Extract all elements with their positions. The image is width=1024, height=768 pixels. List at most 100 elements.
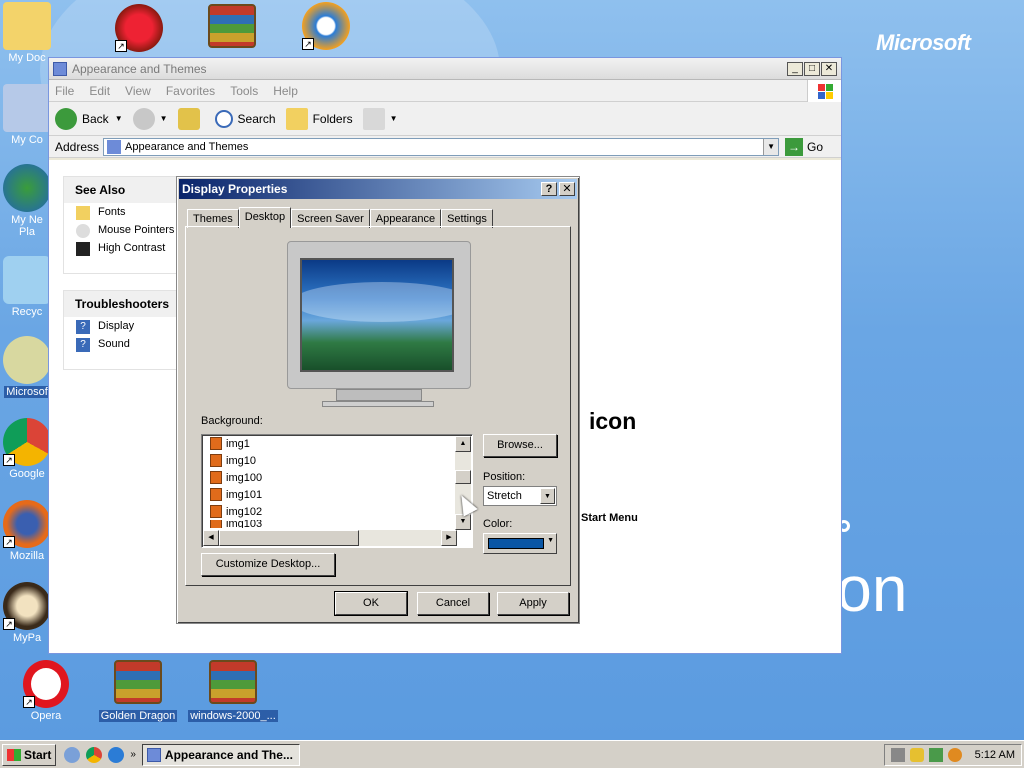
help-button[interactable]: ? (541, 182, 557, 196)
desktop-icon-mozilla[interactable]: ↗ Mozilla (2, 500, 52, 562)
wallpaper-logo: Microsoft (876, 30, 971, 55)
folders-icon (285, 107, 308, 130)
desktop-icon-golden-dragon[interactable]: Golden Dragon (96, 660, 180, 722)
folders-button[interactable]: Folders (285, 107, 353, 130)
clock[interactable]: 5:12 AM (975, 749, 1015, 761)
menu-tools[interactable]: Tools (230, 84, 258, 98)
image-file-icon (210, 520, 222, 528)
color-swatch (488, 538, 544, 549)
background-list[interactable]: img1 img10 img100 img101 img102 img103 ▲… (201, 434, 473, 548)
desktop-icon-windows-2000[interactable]: windows-2000_... (186, 660, 280, 722)
desktop-icon-red-app[interactable]: ↗ (114, 4, 164, 54)
taskbar-item-appearance[interactable]: Appearance and The... (141, 743, 300, 766)
back-arrow-icon (55, 107, 77, 130)
tab-desktop[interactable]: Desktop (238, 207, 292, 228)
desktop-icon-microsoft[interactable]: Microsof (2, 336, 52, 398)
record-app-icon: ↗ (115, 4, 163, 52)
color-picker-button[interactable]: ▼ (483, 533, 557, 554)
list-item[interactable]: img101 (202, 486, 472, 503)
media-player-icon: ↗ (302, 2, 350, 50)
menu-favorites[interactable]: Favorites (166, 84, 215, 98)
go-button[interactable]: → Go (785, 137, 823, 156)
views-dropdown-icon: ▼ (389, 114, 398, 123)
menu-file[interactable]: File (55, 84, 74, 98)
customize-desktop-button[interactable]: Customize Desktop... (201, 553, 335, 576)
desktop-icon-mypal[interactable]: ↗ MyPa (2, 582, 52, 644)
desktop-icon-network[interactable]: My Ne Pla (2, 164, 52, 238)
forward-button[interactable]: ▼ (132, 107, 168, 130)
scroll-right-icon[interactable]: ▶ (441, 530, 457, 546)
explorer-titlebar[interactable]: Appearance and Themes _ □ ✕ (49, 58, 841, 80)
desktop-icon-recycle-bin[interactable]: Recyc (2, 256, 52, 318)
desktop-icon-google-chrome[interactable]: ↗ Google (2, 418, 52, 480)
address-dropdown-icon[interactable]: ▼ (763, 138, 779, 155)
cancel-button[interactable]: Cancel (417, 592, 489, 615)
dialog-close-button[interactable]: ✕ (559, 182, 575, 196)
close-button[interactable]: ✕ (821, 61, 837, 76)
control-panel-icon (53, 61, 67, 76)
minimize-button[interactable]: _ (787, 61, 803, 76)
chevron-down-icon[interactable]: ▼ (540, 488, 555, 504)
menu-edit[interactable]: Edit (89, 84, 110, 98)
list-horizontal-scrollbar[interactable]: ◀ ▶ (203, 530, 457, 546)
shortcut-arrow-icon: ↗ (3, 536, 15, 548)
address-input[interactable]: Appearance and Themes ▼ (103, 137, 780, 156)
globe-icon (3, 164, 51, 212)
recycle-bin-icon (3, 256, 51, 304)
menu-view[interactable]: View (125, 84, 151, 98)
list-item[interactable]: img1 (202, 435, 472, 452)
address-value: Appearance and Themes (125, 140, 249, 153)
task-text-start-menu[interactable]: Start Menu (581, 512, 638, 524)
chrome-quicklaunch-icon[interactable] (86, 746, 103, 763)
quicklaunch-more-icon[interactable]: » (130, 749, 136, 760)
explorer-title: Appearance and Themes (72, 61, 207, 76)
network-icon[interactable] (928, 747, 943, 762)
chevron-down-icon: ▼ (547, 537, 554, 544)
apply-button[interactable]: Apply (497, 592, 569, 615)
desktop-icon-opera[interactable]: ↗ Opera (4, 660, 88, 722)
menu-help[interactable]: Help (273, 84, 298, 98)
display-properties-dialog: Display Properties ? ✕ Themes Desktop Sc… (176, 176, 580, 624)
browse-button[interactable]: Browse... (483, 434, 557, 457)
image-file-icon (210, 505, 222, 518)
vertical-scroll-thumb[interactable] (455, 470, 471, 484)
desktop-icon-my-documents[interactable]: My Doc (2, 2, 52, 64)
start-button[interactable]: Start (2, 743, 57, 766)
position-label: Position: (483, 471, 526, 483)
shortcut-arrow-icon: ↗ (23, 696, 35, 708)
back-button[interactable]: Back ▼ (55, 107, 123, 130)
menu-bar: File Edit View Favorites Tools Help (49, 79, 841, 102)
scroll-left-icon[interactable]: ◀ (203, 530, 219, 546)
back-dropdown-icon[interactable]: ▼ (115, 114, 123, 123)
ok-button[interactable]: OK (334, 591, 408, 616)
help-icon: ? (76, 320, 90, 334)
go-arrow-icon: → (785, 137, 804, 156)
chrome-icon: ↗ (3, 418, 51, 466)
search-button[interactable]: Search (214, 109, 276, 128)
list-item[interactable]: img100 (202, 469, 472, 486)
search-icon[interactable] (947, 747, 962, 762)
microsoft-app-icon (3, 336, 51, 384)
list-item[interactable]: img10 (202, 452, 472, 469)
ie-quicklaunch-icon[interactable] (108, 746, 125, 763)
forward-dropdown-icon[interactable]: ▼ (160, 114, 168, 123)
explorer-toolbar: Back ▼ ▼ Search Folders ▼ (49, 102, 841, 136)
maximize-button[interactable]: □ (804, 61, 820, 76)
desktop-icon-media-player[interactable]: ↗ (300, 2, 352, 52)
position-select[interactable]: Stretch ▼ (483, 486, 557, 506)
views-button[interactable]: ▼ (362, 107, 398, 130)
list-item[interactable]: img103 (202, 520, 472, 528)
rar-archive-icon (208, 4, 256, 52)
keyboard-icon[interactable] (890, 747, 905, 762)
desktop-icon-rar-top[interactable] (206, 4, 258, 54)
horizontal-scroll-thumb[interactable] (219, 530, 359, 546)
dialog-titlebar[interactable]: Display Properties ? ✕ (179, 179, 577, 199)
list-item[interactable]: img102 (202, 503, 472, 520)
security-shield-icon[interactable] (909, 747, 924, 762)
firefox-icon: ↗ (3, 500, 51, 548)
image-file-icon (210, 437, 222, 450)
scroll-up-icon[interactable]: ▲ (455, 436, 471, 452)
desktop-quicklaunch-icon[interactable] (64, 746, 81, 763)
desktop-icon-my-computer[interactable]: My Co (2, 84, 52, 146)
up-folder-button[interactable] (177, 107, 205, 130)
